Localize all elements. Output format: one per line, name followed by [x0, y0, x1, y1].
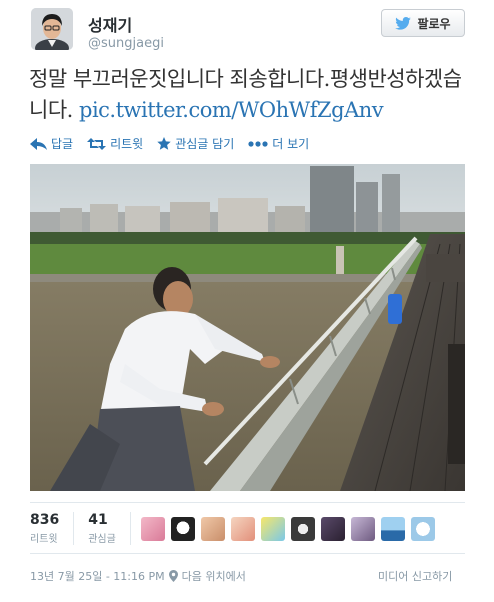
retweet-stat[interactable]: 836 리트윗	[30, 512, 75, 545]
retweet-icon	[87, 137, 107, 150]
bridge-photo	[30, 164, 465, 491]
retweet-count-label: 리트윗	[30, 534, 58, 545]
tweet-footer: 13년 7월 25일 - 11:16 PM 다음 위치에서	[30, 568, 246, 584]
star-icon	[157, 137, 171, 150]
reply-label: 답글	[51, 137, 74, 151]
stats-top-divider	[30, 502, 465, 503]
favorite-count: 41	[88, 512, 108, 528]
more-button[interactable]: 더 보기	[248, 135, 309, 152]
user-handle[interactable]: @sungjaegi	[88, 36, 164, 51]
favoriter-avatar[interactable]	[321, 517, 345, 541]
more-dots-icon	[248, 140, 268, 147]
favorite-count-label: 관심글	[88, 534, 116, 545]
avatar[interactable]	[31, 8, 73, 50]
tweet-timestamp[interactable]: 13년 7월 25일 - 11:16 PM	[30, 568, 165, 584]
tweet-text: 정말 부끄러운짓입니다 죄송합니다.평생반성하겠습니다. pic.twitter…	[29, 64, 479, 126]
follow-button[interactable]: 팔로우	[381, 9, 465, 37]
favoriter-avatar[interactable]	[231, 517, 255, 541]
retweet-button[interactable]: 리트윗	[87, 135, 143, 152]
tweet-stats: 836 리트윗 41 관심글	[30, 512, 145, 545]
location-pin-icon	[168, 570, 178, 582]
favoriter-avatar[interactable]	[201, 517, 225, 541]
tweet-location[interactable]: 다음 위치에서	[182, 568, 246, 584]
favoriter-avatar[interactable]	[411, 517, 435, 541]
favoriter-avatar[interactable]	[381, 517, 405, 541]
favorite-label: 관심글 담기	[175, 137, 235, 151]
user-name[interactable]: 성재기	[88, 12, 132, 36]
stats-bottom-divider	[30, 553, 465, 554]
favorite-stat[interactable]: 41 관심글	[88, 512, 131, 545]
tweet-link[interactable]: pic.twitter.com/WOhWfZgAnv	[79, 98, 384, 122]
favoriter-avatar[interactable]	[291, 517, 315, 541]
favoriter-avatar[interactable]	[141, 517, 165, 541]
more-label: 더 보기	[272, 137, 310, 151]
avatar-image	[31, 8, 73, 50]
favorite-button[interactable]: 관심글 담기	[157, 135, 234, 152]
reply-icon	[30, 137, 47, 150]
retweet-label: 리트윗	[110, 137, 144, 151]
favoriter-avatar[interactable]	[351, 517, 375, 541]
reply-button[interactable]: 답글	[30, 135, 73, 152]
favoriter-avatar[interactable]	[171, 517, 195, 541]
twitter-bird-icon	[395, 16, 412, 30]
follow-button-label: 팔로우	[417, 16, 451, 31]
tweet-photo[interactable]	[30, 164, 465, 491]
favoriter-avatars	[141, 517, 435, 541]
tweet-actions: 답글 리트윗 관심글 담기 더 보기	[30, 135, 309, 152]
report-media-link[interactable]: 미디어 신고하기	[378, 568, 452, 584]
favoriter-avatar[interactable]	[261, 517, 285, 541]
retweet-count: 836	[30, 512, 60, 528]
